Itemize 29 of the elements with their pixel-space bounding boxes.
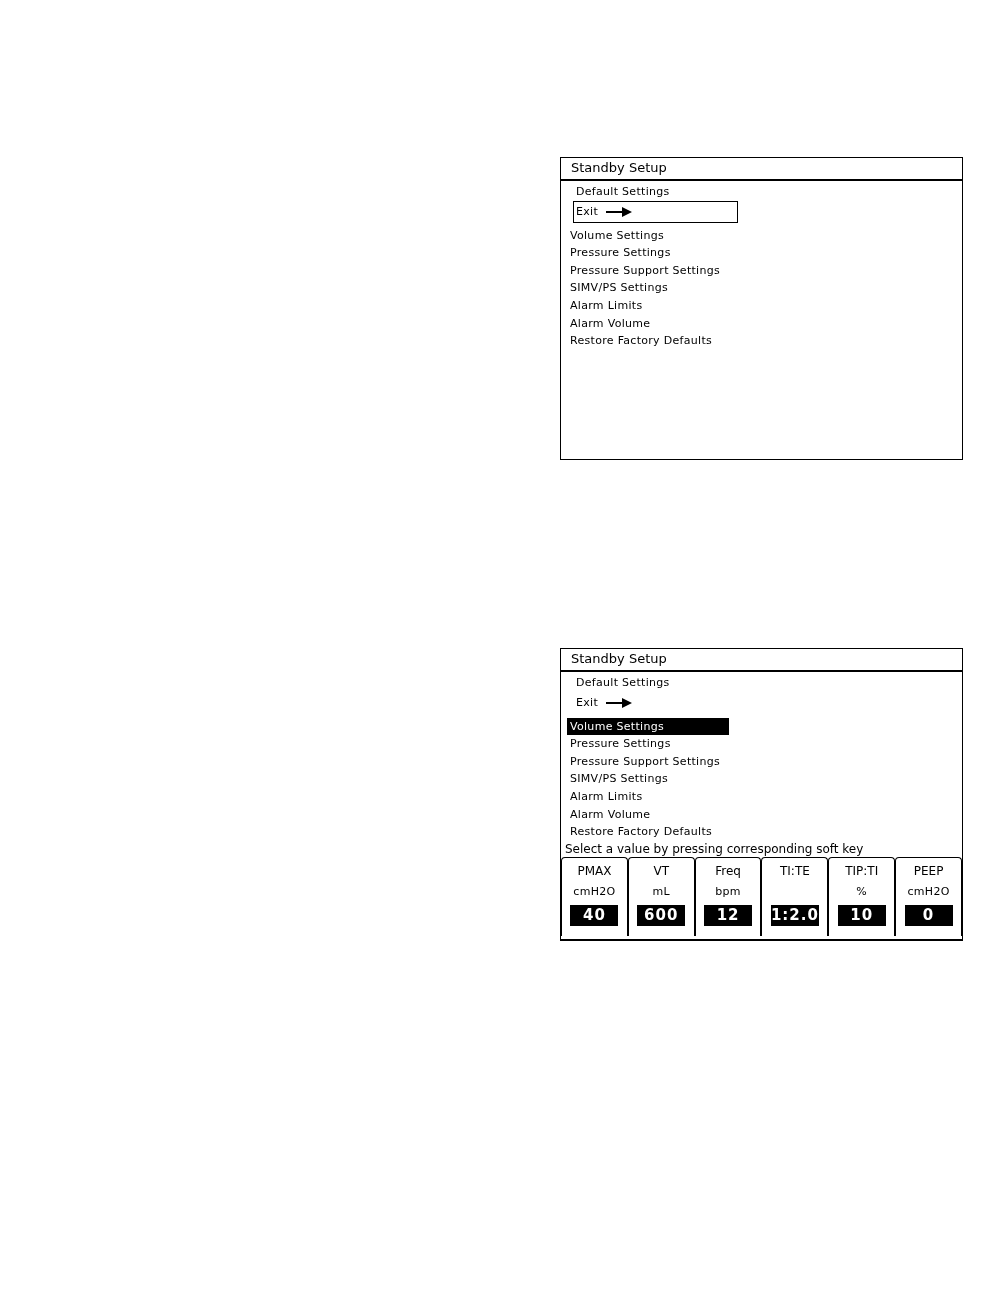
soft-key[interactable]: VT mL 600 (627, 856, 695, 936)
menu-item[interactable]: Alarm Volume (567, 805, 729, 824)
menu-item[interactable]: SIMV/PS Settings (567, 279, 729, 297)
menu-heading: Default Settings (575, 184, 670, 200)
exit-menu-item[interactable]: Exit (573, 200, 738, 223)
right-arrow-icon (606, 697, 633, 708)
menu-item[interactable]: Pressure Settings (567, 244, 729, 262)
menu-item[interactable]: Alarm Volume (567, 314, 729, 333)
soft-key[interactable]: Freq bpm 12 (694, 856, 762, 936)
menu-item[interactable]: Volume Settings (567, 717, 729, 736)
menu-item[interactable]: Volume Settings (567, 226, 729, 245)
menu-item[interactable]: Alarm Limits (567, 787, 729, 806)
soft-key[interactable]: PEEP cmH2O 0 (895, 856, 962, 936)
menu-item[interactable]: Pressure Support Settings (567, 752, 729, 771)
screen-title: Standby Setup (561, 158, 963, 181)
soft-key[interactable]: PMAX cmH2O 40 (561, 856, 628, 936)
prompt-text: Select a value by pressing corresponding soft key (564, 840, 865, 857)
menu-item[interactable]: Alarm Limits (567, 296, 729, 315)
soft-key[interactable]: TIP:TI % 10 (828, 856, 896, 936)
right-arrow-icon (606, 206, 633, 217)
screen-title: Standby Setup (561, 649, 963, 672)
exit-menu-item[interactable]: Exit (573, 691, 738, 714)
menu-item[interactable]: Pressure Support Settings (567, 261, 729, 280)
menu-item[interactable]: Pressure Settings (567, 735, 729, 753)
menu-heading: Default Settings (575, 675, 670, 691)
soft-key[interactable]: TI:TE 1:2.0 (761, 856, 829, 936)
menu-item[interactable]: Restore Factory Defaults (567, 332, 729, 350)
menu-item[interactable]: SIMV/PS Settings (567, 770, 729, 788)
menu-item[interactable]: Restore Factory Defaults (567, 823, 729, 841)
